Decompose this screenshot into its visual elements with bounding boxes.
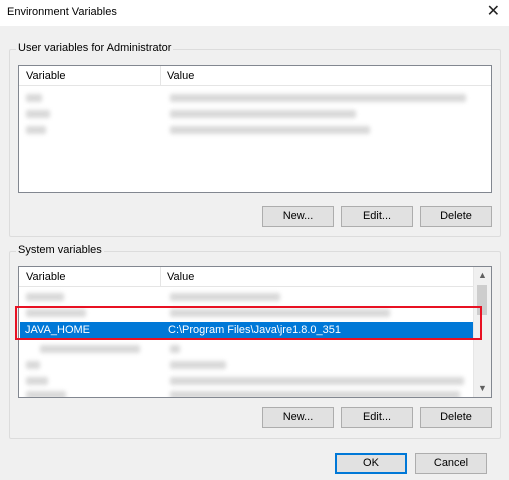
blurred-variable <box>26 377 48 385</box>
blurred-value <box>170 293 280 301</box>
list-item[interactable] <box>20 387 474 397</box>
system-variables-group: System variables Variable Value JAVA_HOM… <box>9 244 501 439</box>
blurred-value <box>170 361 226 369</box>
system-edit-button[interactable]: Edit... <box>341 407 413 428</box>
user-variables-list[interactable]: Variable Value <box>18 65 492 193</box>
ok-button[interactable]: OK <box>335 453 407 474</box>
system-variables-legend: System variables <box>16 244 104 256</box>
list-item[interactable] <box>20 122 490 138</box>
close-icon[interactable]: ✕ <box>487 3 500 21</box>
blurred-variable <box>26 94 42 102</box>
list-item[interactable] <box>20 341 474 357</box>
blurred-value <box>170 345 180 353</box>
column-separator <box>160 267 161 286</box>
user-edit-button[interactable]: Edit... <box>341 206 413 227</box>
user-delete-button[interactable]: Delete <box>420 206 492 227</box>
blurred-variable <box>26 293 64 301</box>
list-item[interactable] <box>20 106 490 122</box>
column-header-value[interactable]: Value <box>167 70 194 82</box>
system-list-header: Variable Value <box>19 267 474 287</box>
blurred-value <box>170 391 460 397</box>
scroll-down-icon[interactable]: ▼ <box>474 380 491 397</box>
blurred-variable <box>26 391 66 397</box>
user-new-button[interactable]: New... <box>262 206 334 227</box>
blurred-value <box>170 94 466 102</box>
blurred-value <box>170 110 356 118</box>
list-item[interactable] <box>20 357 474 373</box>
system-new-button[interactable]: New... <box>262 407 334 428</box>
blurred-variable <box>40 345 140 353</box>
column-header-value[interactable]: Value <box>167 271 194 283</box>
window-title: Environment Variables <box>7 6 117 18</box>
column-header-variable[interactable]: Variable <box>26 70 66 82</box>
blurred-value <box>170 126 370 134</box>
scroll-up-icon[interactable]: ▲ <box>474 267 491 284</box>
system-delete-button[interactable]: Delete <box>420 407 492 428</box>
blurred-variable <box>26 361 40 369</box>
user-list-header: Variable Value <box>19 66 491 86</box>
blurred-variable <box>26 110 50 118</box>
list-item[interactable] <box>20 90 490 106</box>
column-separator <box>160 66 161 85</box>
cancel-button[interactable]: Cancel <box>415 453 487 474</box>
blurred-value <box>170 377 464 385</box>
title-bar: Environment Variables ✕ <box>0 0 509 26</box>
column-header-variable[interactable]: Variable <box>26 271 66 283</box>
annotation-highlight-box <box>15 306 482 340</box>
blurred-variable <box>26 126 46 134</box>
user-variables-group: User variables for Administrator Variabl… <box>9 42 501 237</box>
list-item[interactable] <box>20 289 474 305</box>
user-variables-legend: User variables for Administrator <box>16 42 174 54</box>
